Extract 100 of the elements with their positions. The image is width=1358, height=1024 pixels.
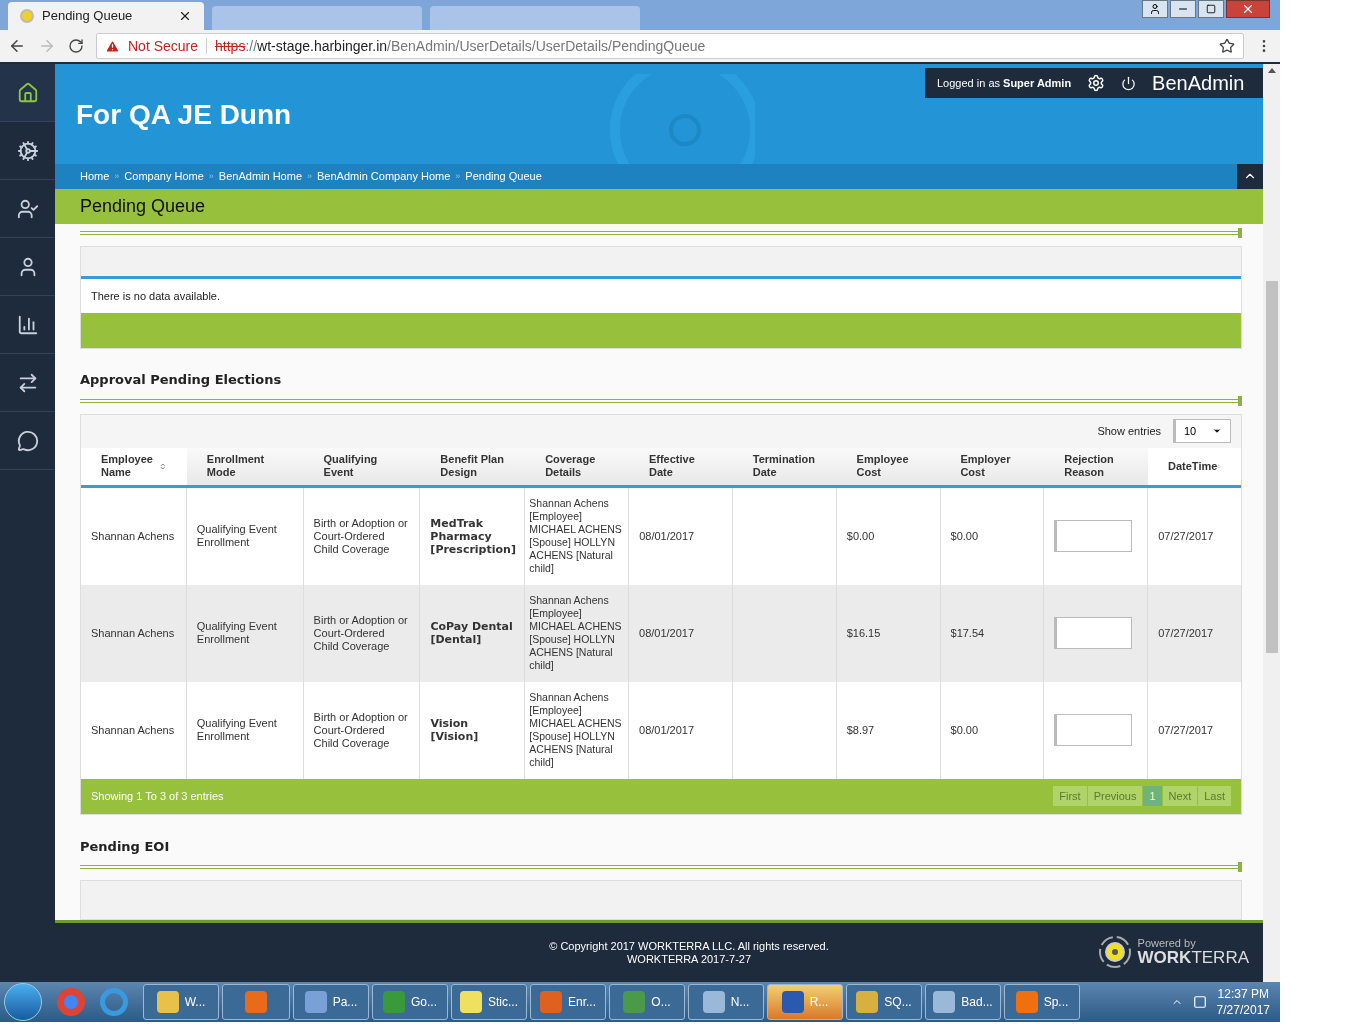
app-icon: [460, 991, 482, 1013]
brand-name: WORKTERRA: [1137, 949, 1249, 966]
table-cell: 07/27/2017: [1158, 529, 1214, 543]
close-button[interactable]: [1226, 0, 1270, 18]
app-icon: [156, 991, 179, 1013]
column-header: Employer Cost: [959, 452, 1012, 480]
taskbar-button[interactable]: Go...: [372, 984, 448, 1020]
rejection-reason-field[interactable]: [1054, 617, 1133, 649]
column-header: Coverage Details: [544, 452, 597, 480]
app-icon: [304, 991, 327, 1013]
maximize-button[interactable]: [1198, 0, 1224, 18]
taskbar-button[interactable]: Pa...: [293, 984, 369, 1020]
section-title: Pending EOI: [80, 837, 171, 856]
powered-by-label: Powered by: [1137, 938, 1197, 949]
clock-date: 7/27/2017: [1216, 1002, 1270, 1018]
column-header: Rejection Reason: [1063, 452, 1115, 480]
table-info: Showing 1 To 3 of 3 entries: [91, 788, 224, 804]
taskbar-button[interactable]: Sp...: [1004, 984, 1080, 1020]
gears-icon: [16, 139, 39, 162]
column-header: Qualifying Event: [322, 452, 379, 480]
table-cell-text: Birth or Adoption or Court-Ordered Child Coverage: [313, 613, 409, 653]
column-header: Enrollment Mode: [205, 452, 266, 480]
app-icon: [383, 991, 405, 1013]
table-cell-text: Birth or Adoption or Court-Ordered Child Coverage: [313, 710, 409, 750]
back-icon[interactable]: [8, 37, 26, 55]
table-cell-text: Vision [Vision]: [430, 717, 480, 743]
close-icon[interactable]: [178, 9, 192, 23]
logo-icon: [1097, 935, 1132, 969]
app-icon: [856, 991, 879, 1013]
bookmark-icon[interactable]: [1219, 38, 1235, 54]
reload-icon[interactable]: [68, 38, 84, 54]
taskbar-button[interactable]: Stic...: [451, 984, 527, 1020]
table-cell: 08/01/2017: [639, 723, 695, 737]
logged-in-label: Logged in as Super Admin: [937, 75, 1072, 91]
url-text: https://wt-stage.harbinger.in/BenAdmin/UserDetails/UserDetails/PendingQueue: [215, 36, 706, 56]
warning-icon: [105, 38, 120, 54]
column-header: Benefit Plan Design: [439, 452, 505, 480]
page-size-select[interactable]: 10: [1173, 419, 1231, 443]
minimize-button[interactable]: [1170, 0, 1196, 18]
company-title: For QA JE Dunn: [76, 97, 292, 132]
app-icon: [623, 991, 646, 1013]
column-header: Effective Date: [647, 452, 696, 480]
page-title: Pending Queue: [80, 194, 206, 218]
maximize-icon: [1206, 4, 1216, 14]
caret-icon: [1212, 426, 1222, 436]
power-icon[interactable]: [1121, 75, 1137, 91]
sidebar-item[interactable]: [0, 64, 55, 122]
user-icon: [1149, 3, 1161, 15]
breadcrumb-link[interactable]: BenAdmin Home: [218, 168, 302, 185]
table-cell: Shannan Achens: [91, 529, 175, 543]
taskbar-button[interactable]: N...: [688, 984, 764, 1020]
settings-icon[interactable]: [1087, 74, 1106, 92]
rejection-reason-field[interactable]: [1054, 520, 1133, 552]
home-icon: [16, 81, 39, 104]
table-cell-text: Shannan Achens [Employee] MICHAEL ACHENS [Spouse] HOLLYN ACHENS [Natural child]: [529, 691, 623, 769]
table-cell: MedTrak Pharmacy [Prescription]: [430, 516, 516, 556]
column-header[interactable]: Employee Name: [81, 447, 187, 485]
breadcrumb-link[interactable]: Home: [80, 168, 110, 185]
taskbar-button[interactable]: Enr...: [530, 984, 606, 1020]
scrollbar[interactable]: [1263, 64, 1280, 982]
breadcrumb-link[interactable]: Pending Queue: [465, 168, 542, 185]
start-button[interactable]: [4, 983, 42, 1021]
column-header[interactable]: DateTime: [1148, 447, 1241, 485]
column-header: Employee Cost: [855, 452, 910, 480]
table-cell: 08/01/2017: [639, 626, 695, 640]
table-cell-text: Qualifying Event Enrollment: [196, 620, 278, 646]
taskbar-button[interactable]: O...: [609, 984, 685, 1020]
copyright-text: © Copyright 2017 WORKTERRA LLC. All rights reserved.: [549, 939, 829, 953]
app-icon: [540, 991, 562, 1013]
address-field[interactable]: Not Secure https://wt-stage.harbinger.in/BenAdmin/UserDetails/UserDetails/PendingQueue: [96, 33, 1244, 59]
scroll-up-icon[interactable]: [1267, 68, 1276, 73]
rejection-reason-field[interactable]: [1054, 714, 1133, 746]
table-cell-text: Shannan Achens [Employee] MICHAEL ACHENS [Spouse] HOLLYN ACHENS [Natural child]: [529, 497, 623, 575]
app-name: BenAdmin: [1152, 71, 1245, 96]
taskbar-button[interactable]: [222, 984, 290, 1020]
breadcrumb-separator: »: [208, 169, 214, 183]
app-icon: [1015, 991, 1038, 1013]
browser-tab[interactable]: Pending Queue: [8, 2, 204, 30]
table-cell: $8.97: [846, 723, 875, 737]
table-cell-text: Qualifying Event Enrollment: [196, 523, 278, 549]
table-cell-text: Shannan Achens [Employee] MICHAEL ACHENS [Spouse] HOLLYN ACHENS [Natural child]: [529, 594, 623, 672]
security-label: Not Secure: [128, 36, 199, 56]
table-cell: 07/27/2017: [1158, 626, 1214, 640]
breadcrumb-link[interactable]: Company Home: [124, 168, 204, 185]
clock-time: 12:37 PM: [1217, 986, 1269, 1002]
profile-button[interactable]: [1142, 0, 1168, 18]
taskbar-button[interactable]: SQ...: [846, 984, 922, 1020]
taskbar-button[interactable]: Bad...: [925, 984, 1001, 1020]
table-cell-text: Birth or Adoption or Court-Ordered Child Coverage: [313, 516, 409, 556]
taskbar-button[interactable]: W...: [143, 984, 219, 1020]
empty-message: There is no data available.: [91, 288, 221, 304]
breadcrumb-separator: »: [307, 169, 313, 183]
collapse-button[interactable]: [1237, 163, 1263, 189]
user-check-icon: [16, 197, 39, 220]
table-cell-text: CoPay Dental [Dental]: [430, 620, 514, 646]
table-cell: $0.00: [950, 529, 979, 543]
app-icon: [702, 991, 725, 1013]
breadcrumb-link[interactable]: BenAdmin Company Home: [317, 168, 451, 185]
table-cell: $0.00: [950, 723, 979, 737]
bar-chart-icon: [16, 313, 39, 336]
